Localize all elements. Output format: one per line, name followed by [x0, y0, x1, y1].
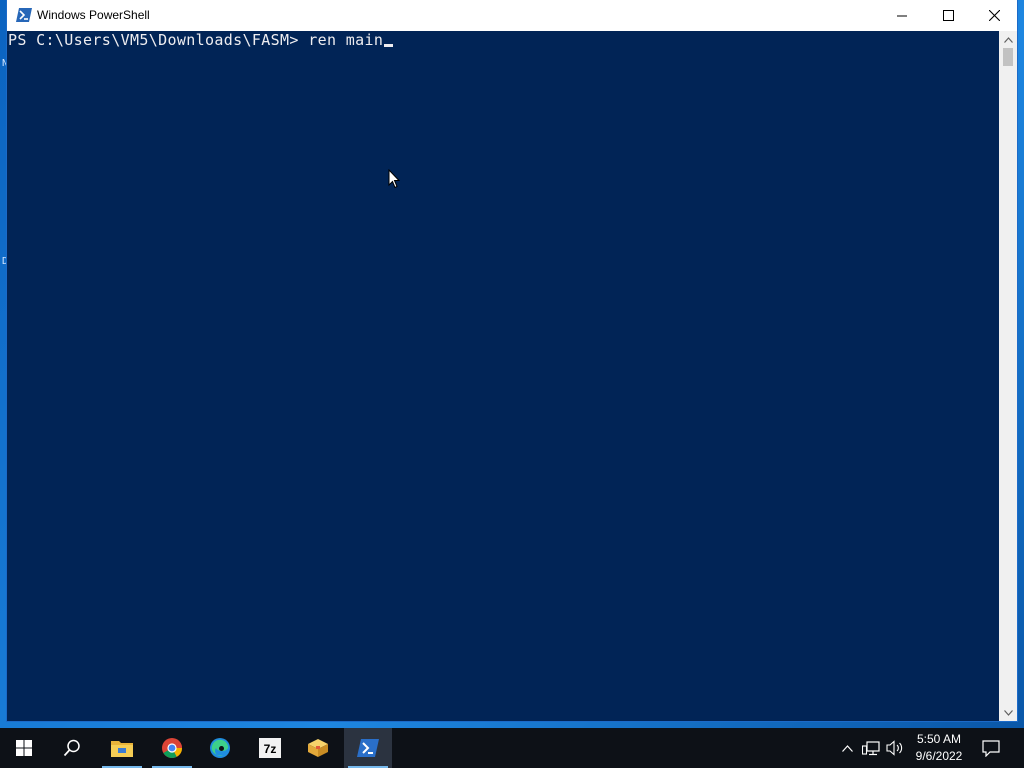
speaker-icon: [886, 740, 903, 756]
maximize-button[interactable]: [925, 0, 971, 31]
vertical-scrollbar[interactable]: [999, 31, 1017, 721]
archive-icon: [308, 739, 328, 757]
command-text: ren main: [308, 31, 384, 49]
search-button[interactable]: [48, 728, 96, 768]
start-button[interactable]: [0, 728, 48, 768]
prompt-text: PS C:\Users\VM5\Downloads\FASM>: [8, 31, 309, 49]
prompt-line: PS C:\Users\VM5\Downloads\FASM> ren main: [8, 31, 394, 49]
chevron-down-icon: [1003, 709, 1013, 716]
scroll-down-button[interactable]: [999, 704, 1017, 721]
search-icon: [63, 739, 80, 757]
taskbar-archive-app[interactable]: [294, 728, 342, 768]
notification-icon: [982, 739, 1000, 757]
taskbar-clock[interactable]: 5:50 AM 9/6/2022: [906, 728, 972, 768]
taskbar: 7z 5:50 AM 9/6/2022: [0, 728, 1024, 768]
7zip-icon: 7z: [259, 738, 281, 758]
svg-text:7z: 7z: [264, 742, 277, 756]
powershell-window: Windows PowerShell PS C:\Users\VM5\Downl…: [7, 0, 1017, 721]
close-icon: [988, 10, 1000, 21]
scroll-up-button[interactable]: [999, 31, 1017, 48]
clock-time: 5:50 AM: [916, 732, 962, 746]
scroll-thumb[interactable]: [1003, 48, 1013, 66]
powershell-icon: [16, 8, 32, 22]
text-cursor: [384, 44, 394, 47]
window-title: Windows PowerShell: [37, 8, 150, 22]
network-status[interactable]: [860, 728, 882, 768]
edge-icon: [210, 738, 230, 758]
maximize-icon: [942, 10, 954, 21]
chevron-up-icon: [1003, 36, 1013, 43]
clock-date: 9/6/2022: [915, 749, 963, 763]
title-bar[interactable]: Windows PowerShell: [7, 0, 1017, 31]
chrome-icon: [162, 738, 183, 758]
mouse-pointer-icon: [388, 168, 401, 194]
taskbar-powershell[interactable]: [344, 728, 392, 768]
taskbar-7zip[interactable]: 7z: [246, 728, 294, 768]
action-center-button[interactable]: [972, 728, 1010, 768]
windows-logo-icon: [16, 740, 32, 756]
folder-icon: [111, 741, 133, 757]
powershell-icon: [357, 739, 379, 757]
console-area[interactable]: PS C:\Users\VM5\Downloads\FASM> ren main: [7, 31, 999, 721]
volume-control[interactable]: [884, 728, 906, 768]
taskbar-file-explorer[interactable]: [98, 728, 146, 768]
network-icon: [862, 741, 880, 756]
taskbar-chrome[interactable]: [148, 728, 196, 768]
minimize-button[interactable]: [879, 0, 925, 31]
close-button[interactable]: [971, 0, 1017, 31]
taskbar-edge[interactable]: [196, 728, 244, 768]
minimize-icon: [897, 15, 907, 16]
chevron-up-icon: [841, 744, 853, 752]
show-hidden-icons-button[interactable]: [838, 728, 856, 768]
